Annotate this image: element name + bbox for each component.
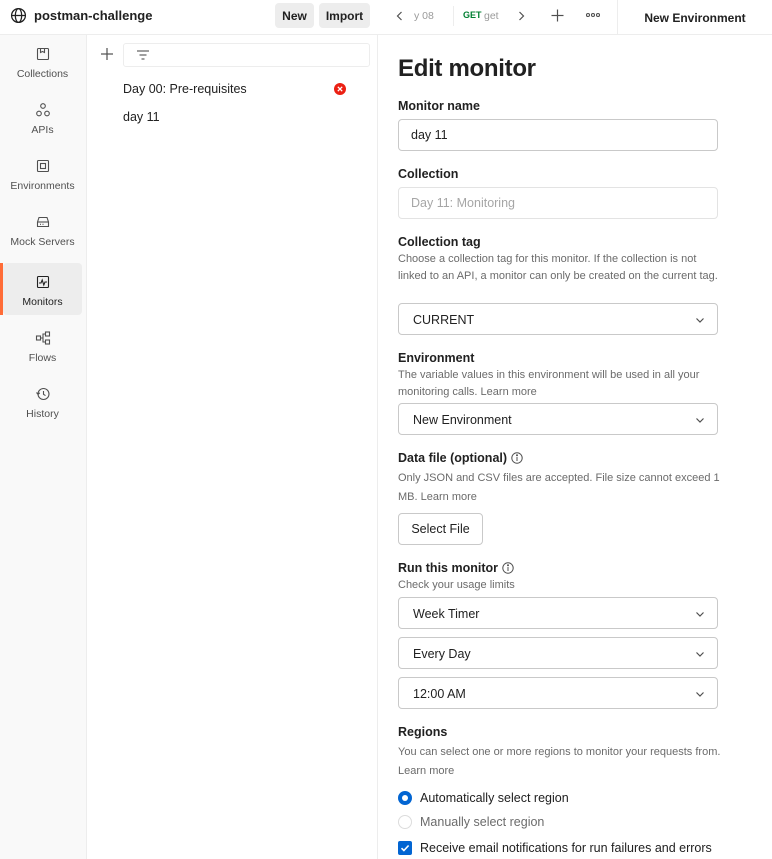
select-file-button[interactable]: Select File bbox=[398, 513, 483, 545]
sidebar-item-flows[interactable]: Flows bbox=[3, 319, 82, 371]
collection-tag-description: Choose a collection tag for this monitor… bbox=[398, 253, 718, 282]
apis-icon bbox=[35, 103, 50, 117]
new-button[interactable]: New bbox=[275, 3, 314, 28]
add-monitor-icon[interactable] bbox=[100, 47, 114, 61]
monitors-icon bbox=[36, 275, 49, 289]
regions-description: You can select one or more regions to mo… bbox=[398, 746, 721, 777]
workspace-name[interactable]: postman-challenge bbox=[34, 8, 152, 23]
sidebar-item-mock-servers[interactable]: Mock Servers bbox=[3, 203, 82, 255]
environment-value: New Environment bbox=[413, 413, 512, 427]
sidebar-item-apis[interactable]: APIs bbox=[3, 91, 82, 143]
frequency-select[interactable]: Every Day bbox=[398, 637, 718, 669]
list-item[interactable]: day 11 bbox=[123, 110, 160, 124]
sidebar-item-environments[interactable]: Environments bbox=[3, 147, 82, 199]
sidebar-item-history[interactable]: History bbox=[3, 375, 82, 427]
collection-label: Collection bbox=[398, 167, 459, 181]
tab-new-environment[interactable]: New Environment bbox=[617, 0, 772, 35]
manual-region-radio[interactable]: Manually select region bbox=[398, 815, 544, 829]
radio-unselected[interactable] bbox=[398, 815, 412, 829]
info-icon[interactable] bbox=[502, 562, 514, 574]
environment-label: Environment bbox=[398, 351, 475, 365]
chevron-down-icon bbox=[696, 418, 704, 423]
time-select[interactable]: 12:00 AM bbox=[398, 677, 718, 709]
auto-region-label: Automatically select region bbox=[420, 791, 569, 805]
chevron-down-icon bbox=[696, 652, 704, 657]
sidebar-item-label: Flows bbox=[28, 352, 57, 364]
data-file-description: Only JSON and CSV files are accepted. Fi… bbox=[398, 472, 720, 503]
frequency-value: Every Day bbox=[413, 647, 471, 661]
tab-get-request[interactable]: get bbox=[484, 10, 499, 22]
info-icon[interactable] bbox=[511, 452, 523, 464]
auto-region-radio[interactable]: Automatically select region bbox=[398, 791, 569, 805]
sidebar-item-label: Monitors bbox=[22, 296, 63, 308]
collections-icon bbox=[36, 47, 49, 61]
collection-tag-value: CURRENT bbox=[413, 313, 475, 327]
collection-tag-label: Collection tag bbox=[398, 235, 481, 249]
chevron-down-icon bbox=[696, 612, 704, 617]
monitor-name-label: Monitor name bbox=[398, 99, 480, 113]
globe-icon bbox=[10, 7, 27, 24]
learn-more-link[interactable]: Learn more bbox=[421, 491, 477, 503]
email-notifications-checkbox[interactable]: Receive email notifications for run fail… bbox=[398, 841, 712, 855]
data-file-label: Data file (optional) bbox=[398, 451, 523, 465]
sidebar-item-label: Mock Servers bbox=[10, 236, 75, 248]
run-monitor-label: Run this monitor bbox=[398, 561, 514, 575]
sidebar-item-label: Collections bbox=[16, 68, 69, 80]
page-title: Edit monitor bbox=[398, 55, 536, 82]
timer-value: Week Timer bbox=[413, 607, 480, 621]
sidebar-item-label: APIs bbox=[31, 124, 54, 136]
monitor-list-panel bbox=[87, 35, 378, 859]
import-button[interactable]: Import bbox=[319, 3, 370, 28]
flows-icon bbox=[35, 331, 50, 345]
workspace-header: postman-challenge New Import bbox=[0, 0, 378, 35]
new-tab-icon[interactable] bbox=[551, 9, 564, 22]
environment-select[interactable]: New Environment bbox=[398, 403, 718, 435]
mock-servers-icon bbox=[36, 216, 49, 228]
learn-more-link[interactable]: Learn more bbox=[481, 386, 537, 398]
checkbox-checked[interactable] bbox=[398, 841, 412, 855]
more-tabs-icon[interactable] bbox=[586, 11, 600, 19]
collection-tag-select[interactable]: CURRENT bbox=[398, 303, 718, 335]
learn-more-link[interactable]: Learn more bbox=[398, 765, 454, 777]
radio-selected[interactable] bbox=[398, 791, 412, 805]
usage-limits-description: Check your usage limits bbox=[398, 579, 515, 591]
timer-select[interactable]: Week Timer bbox=[398, 597, 718, 629]
environment-description: The variable values in this environment … bbox=[398, 369, 700, 398]
filter-icon bbox=[137, 50, 149, 60]
error-status-icon bbox=[334, 83, 346, 95]
regions-label: Regions bbox=[398, 725, 448, 739]
tab-day-08[interactable]: y 08 bbox=[414, 10, 434, 22]
monitor-name-input[interactable] bbox=[398, 119, 718, 151]
checkmark-icon bbox=[400, 844, 410, 852]
sidebar: Collections APIs Environments Mock Serve… bbox=[0, 35, 87, 859]
chevron-left-icon[interactable] bbox=[394, 10, 406, 22]
request-method-badge: GET bbox=[463, 10, 482, 20]
filter-input[interactable] bbox=[123, 43, 370, 67]
tab-divider bbox=[453, 6, 454, 26]
chevron-down-icon bbox=[696, 318, 704, 323]
sidebar-item-label: Environments bbox=[10, 180, 75, 192]
list-item[interactable]: Day 00: Pre-requisites bbox=[123, 82, 247, 96]
collection-input bbox=[398, 187, 718, 219]
sidebar-item-label: History bbox=[26, 408, 59, 420]
environments-icon bbox=[36, 159, 49, 173]
chevron-right-icon[interactable] bbox=[515, 10, 527, 22]
sidebar-item-monitors[interactable]: Monitors bbox=[0, 263, 82, 315]
sidebar-item-collections[interactable]: Collections bbox=[3, 35, 82, 87]
time-value: 12:00 AM bbox=[413, 687, 466, 701]
manual-region-label: Manually select region bbox=[420, 815, 545, 829]
email-notifications-label: Receive email notifications for run fail… bbox=[420, 841, 712, 855]
history-icon bbox=[35, 387, 50, 401]
chevron-down-icon bbox=[696, 692, 704, 697]
